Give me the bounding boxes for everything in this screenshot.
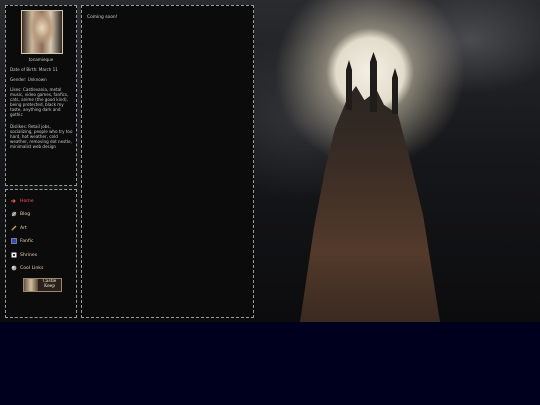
arrow-icon xyxy=(11,198,17,204)
date-of-birth: Date of Birth: March 11 xyxy=(10,67,58,72)
castle-spire xyxy=(392,78,398,114)
likes: Likes: Castlevania, metal music, video g… xyxy=(10,87,69,117)
nav-item-blog[interactable]: Blog xyxy=(11,210,30,218)
castle-spire xyxy=(346,70,352,110)
navigation-panel: Home Blog Art Fanfic Shrines Cool Links … xyxy=(5,189,77,318)
nav-label-shrines: Shrines xyxy=(20,252,38,258)
castle-silhouette xyxy=(300,86,440,322)
castle-keep-banner[interactable]: Castle Keep xyxy=(23,278,62,292)
nav-item-fanfic[interactable]: Fanfic xyxy=(11,237,33,245)
castle-spire xyxy=(370,62,377,112)
nav-item-home[interactable]: Home xyxy=(11,197,34,205)
nickname: tonamieque xyxy=(28,57,54,62)
nav-label-fanfic: Fanfic xyxy=(20,238,34,244)
nav-label-blog: Blog xyxy=(20,211,31,217)
banner-image xyxy=(24,279,38,291)
nav-label-cool-links: Cool Links xyxy=(20,265,44,271)
book-icon xyxy=(11,238,17,244)
banner-text: Castle Keep xyxy=(42,279,57,289)
nav-label-art: Art xyxy=(20,225,27,231)
sword-icon xyxy=(11,211,17,217)
gender: Gender: Unknown xyxy=(10,77,47,82)
nav-item-shrines[interactable]: Shrines xyxy=(11,251,37,259)
main-content-panel: Coming soon! xyxy=(81,5,254,318)
orb-icon xyxy=(11,265,17,271)
nav-item-art[interactable]: Art xyxy=(11,224,27,232)
status-text: Coming soon! xyxy=(87,15,118,20)
brush-icon xyxy=(11,225,17,231)
nav-item-cool-links[interactable]: Cool Links xyxy=(11,264,43,272)
avatar xyxy=(21,10,63,54)
dislikes: Dislikes: Retail jobs, socializing, peop… xyxy=(10,124,73,149)
profile-panel: tonamieque Date of Birth: March 11 Gende… xyxy=(5,5,77,186)
square-icon xyxy=(11,252,17,258)
nav-label-home: Home xyxy=(20,198,34,204)
